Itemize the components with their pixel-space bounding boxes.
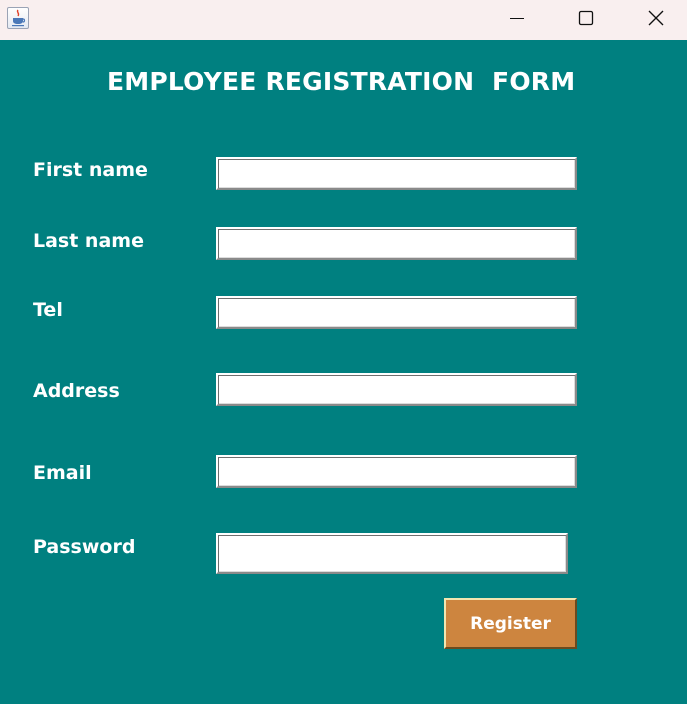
address-label: Address bbox=[33, 380, 120, 402]
first-name-field[interactable] bbox=[216, 157, 577, 190]
minimize-icon bbox=[510, 18, 524, 19]
first-name-label: First name bbox=[33, 159, 148, 181]
address-field[interactable] bbox=[216, 373, 577, 406]
register-button[interactable]: Register bbox=[444, 598, 577, 649]
minimize-button[interactable] bbox=[487, 0, 547, 36]
tel-label: Tel bbox=[33, 299, 63, 321]
form-panel bbox=[0, 40, 687, 704]
window-titlebar bbox=[0, 0, 687, 40]
password-field[interactable] bbox=[216, 533, 568, 574]
close-icon bbox=[648, 10, 664, 26]
maximize-icon bbox=[578, 10, 594, 26]
email-field[interactable] bbox=[216, 455, 577, 488]
email-label: Email bbox=[33, 462, 92, 484]
last-name-label: Last name bbox=[33, 230, 144, 252]
form-title: EMPLOYEE REGISTRATION FORM bbox=[107, 67, 576, 96]
java-cup-icon[interactable] bbox=[7, 7, 29, 29]
tel-field[interactable] bbox=[216, 296, 577, 329]
maximize-button[interactable] bbox=[556, 0, 616, 36]
password-label: Password bbox=[33, 536, 136, 558]
last-name-field[interactable] bbox=[216, 227, 577, 260]
close-button[interactable] bbox=[626, 0, 686, 36]
